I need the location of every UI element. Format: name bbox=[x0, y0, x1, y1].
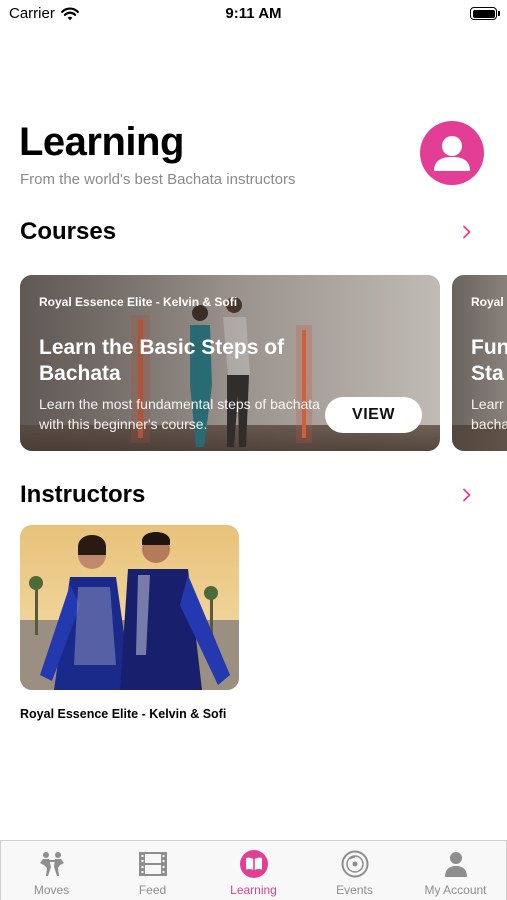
status-time: 9:11 AM bbox=[225, 5, 282, 22]
instructors-section-title: Instructors bbox=[20, 481, 146, 508]
status-bar: Carrier 9:11 AM bbox=[0, 0, 507, 30]
course-instructor: Royal Essence Elite - Kelvin & Sofi bbox=[39, 295, 238, 309]
tab-label: Events bbox=[336, 883, 373, 897]
instructor-name: Royal Essence Elite - Kelvin & Sofi bbox=[20, 707, 227, 721]
courses-section-title: Courses bbox=[20, 218, 117, 245]
tab-moves[interactable]: Moves bbox=[1, 841, 102, 900]
view-course-button[interactable]: VIEW bbox=[325, 397, 422, 433]
course-description: Learn the most fundamental steps of bach… bbox=[39, 396, 320, 432]
disc-icon bbox=[341, 850, 368, 878]
page-title: Learning bbox=[19, 120, 184, 164]
course-card[interactable]: Royal Essence Elite - Kelvin & Sofi Lear… bbox=[20, 275, 440, 451]
tab-label: Feed bbox=[138, 883, 167, 897]
course-description: Learr bacha bbox=[471, 396, 507, 432]
course-title: Learn the Basic Steps of Bachata bbox=[39, 336, 285, 385]
course-instructor: Royal bbox=[471, 295, 504, 309]
film-icon bbox=[138, 852, 167, 876]
course-card[interactable]: Royal Fun Sta Learr bacha bbox=[452, 275, 507, 451]
course-title: Fun Sta bbox=[471, 336, 507, 385]
tab-feed[interactable]: Feed bbox=[102, 841, 203, 900]
courses-chevron-right-icon[interactable] bbox=[460, 225, 474, 239]
tab-my-account[interactable]: My Account bbox=[405, 841, 506, 900]
user-avatar-icon[interactable] bbox=[420, 121, 484, 185]
person-icon bbox=[444, 852, 467, 877]
instructors-chevron-right-icon[interactable] bbox=[460, 488, 474, 502]
book-icon bbox=[239, 850, 268, 878]
tab-label: Learning bbox=[230, 883, 277, 897]
tab-events[interactable]: Events bbox=[304, 841, 405, 900]
page-subtitle: From the world's best Bachata instructor… bbox=[20, 171, 296, 188]
tab-label: Moves bbox=[33, 883, 70, 897]
person-silhouette-icon bbox=[434, 136, 470, 171]
tab-label: My Account bbox=[424, 883, 487, 897]
instructor-card[interactable] bbox=[20, 525, 239, 690]
tab-learning[interactable]: Learning bbox=[203, 841, 304, 900]
battery-icon bbox=[470, 7, 500, 20]
tab-bar: Moves Feed Learning Events My Account bbox=[0, 840, 507, 900]
dancers-icon bbox=[39, 852, 64, 876]
instructor-photo bbox=[20, 525, 239, 690]
